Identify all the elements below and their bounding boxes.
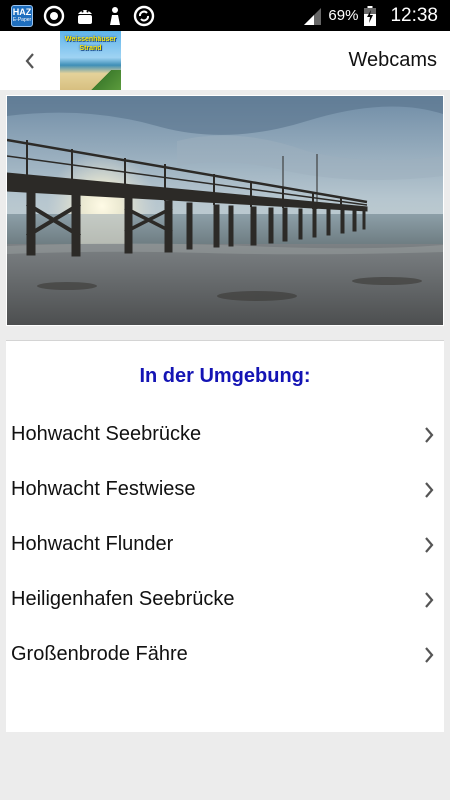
haz-label: HAZ [12, 7, 32, 17]
haz-app-icon: HAZ E-Paper [11, 5, 33, 27]
chevron-right-icon [425, 592, 434, 608]
chevron-right-icon [425, 647, 434, 663]
chevron-right-icon [425, 537, 434, 553]
nearby-list: Hohwacht Seebrücke Hohwacht Festwiese Ho… [6, 407, 444, 682]
list-item-label: Hohwacht Festwiese [11, 478, 196, 500]
refresh-icon [133, 5, 155, 27]
section-heading: In der Umgebung: [139, 365, 311, 387]
android-icon [78, 10, 92, 24]
webcam-image-card[interactable] [6, 95, 444, 326]
chevron-right-icon [425, 482, 434, 498]
battery-charging-icon [364, 5, 377, 26]
page-title: Webcams [348, 49, 437, 71]
list-item-heiligenhafen-seebruecke[interactable]: Heiligenhafen Seebrücke [6, 572, 444, 627]
list-item-hohwacht-festwiese[interactable]: Hohwacht Festwiese [6, 462, 444, 517]
logo-text-line1: Weissenhäuser [64, 36, 117, 43]
list-item-label: Großenbrode Fähre [11, 643, 188, 665]
list-item-hohwacht-seebruecke[interactable]: Hohwacht Seebrücke [6, 407, 444, 462]
list-item-hohwacht-flunder[interactable]: Hohwacht Flunder [6, 517, 444, 572]
logo-grass [91, 70, 121, 90]
usb-debug-icon [110, 7, 120, 25]
logo-text-line2: Strand [79, 45, 102, 52]
list-item-label: Hohwacht Flunder [11, 533, 174, 555]
back-button[interactable] [14, 45, 46, 77]
chevron-right-icon [425, 427, 434, 443]
webcam-image [7, 96, 443, 325]
sync-icon [43, 5, 65, 27]
nearby-list-card: In der Umgebung: Hohwacht Seebrücke Hohw… [6, 340, 444, 732]
logo-text: Weissenhäuser Strand [60, 35, 121, 53]
clock: 12:38 [390, 4, 438, 26]
action-bar: Weissenhäuser Strand Webcams [0, 31, 450, 90]
status-bar: HAZ E-Paper 69% 12:38 [0, 0, 450, 31]
list-item-label: Heiligenhafen Seebrücke [11, 588, 235, 610]
app-logo: Weissenhäuser Strand [60, 31, 121, 90]
list-item-grossenbrode-faehre[interactable]: Großenbrode Fähre [6, 627, 444, 682]
chevron-left-icon [25, 53, 34, 69]
battery-percent: 69% [328, 7, 359, 24]
haz-sub-label: E-Paper [12, 17, 32, 23]
signal-icon [304, 7, 322, 25]
list-item-label: Hohwacht Seebrücke [11, 423, 202, 445]
